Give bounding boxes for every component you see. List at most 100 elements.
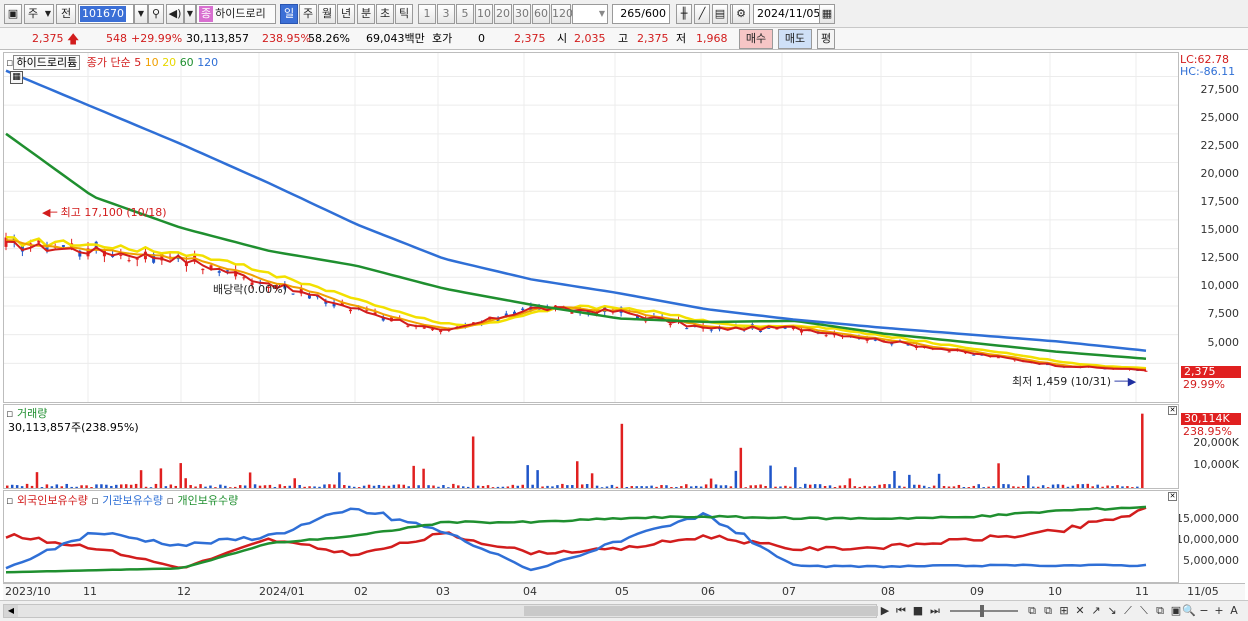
calendar-icon[interactable]: ▦ [819,4,835,24]
save-icon[interactable]: ▤ [712,4,728,24]
volume-bar [333,484,336,488]
stock-code-input[interactable]: 101670 [78,4,134,24]
range-input[interactable]: 265/600 [612,4,670,24]
volume-bar [209,485,212,488]
zoom-slider-handle[interactable] [980,605,984,617]
holdings-tick: 5,000,000 [1183,554,1239,567]
rewind-icon[interactable]: ⏮ [894,604,908,618]
volume-bar [739,447,743,488]
last-price-badge: 2,375 [1181,366,1241,378]
horizontal-scrollbar[interactable]: ◀ [3,604,878,618]
count-120[interactable]: 120 [551,4,573,24]
count-5[interactable]: 5 [456,4,474,24]
table-icon[interactable]: ▦ [10,71,23,84]
volume-bar [823,486,827,488]
holdings-chart-panel[interactable]: ▫ 외국인보유수량 ▫ 기관보유수량 ▫ 개인보유수량 ✕ [3,490,1179,583]
volume-bar [828,485,832,488]
volume-bar [1131,487,1134,488]
count-20[interactable]: 20 [494,4,512,24]
copy-icon[interactable]: ⧉ [1153,604,1167,618]
count-30[interactable]: 30 [513,4,531,24]
candle-body [422,327,426,329]
search-icon[interactable]: ⚲ [148,4,164,24]
volume-bar [868,486,871,488]
zoom-icon[interactable]: 🔍 [1182,604,1196,618]
interval-minute[interactable]: 분 [357,4,375,24]
trend-icon[interactable]: ↗ [1089,604,1103,618]
interval-day[interactable]: 일 [280,4,298,24]
chart-icon[interactable]: ⊞ [1057,604,1071,618]
volume-chart-panel[interactable]: ▫ 거래량 30,113,857주(238.95%) ✕ [3,404,1179,489]
font-size-icon[interactable]: A [1227,604,1241,618]
x-tick: 11 [1135,585,1149,598]
scrollbar-thumb[interactable] [524,606,878,616]
interval-year[interactable]: 년 [337,4,355,24]
interval-month[interactable]: 월 [318,4,336,24]
buy-button[interactable]: 매수 [739,29,773,49]
interval-tick[interactable]: 틱 [395,4,413,24]
layout-icon[interactable]: ⧉ [1041,604,1055,618]
sell-button[interactable]: 매도 [778,29,812,49]
x-tick: 12 [177,585,191,598]
speaker-dropdown[interactable]: ▼ [184,4,196,24]
volume-bar [452,483,455,488]
fast-forward-icon[interactable]: ⏭ [928,604,942,618]
draw-line-icon[interactable]: ╱ [694,4,710,24]
volume-bar [799,487,802,488]
image-icon[interactable]: ▣ [1169,604,1183,618]
trend-icon[interactable]: ↘ [1105,604,1119,618]
volume-bar [169,484,173,488]
volume-bar [625,486,629,488]
layout-icon[interactable]: ⧉ [1025,604,1039,618]
interval-second[interactable]: 초 [376,4,394,24]
price-y-axis: LC:62.78 HC:-86.11 27,500 25,000 22,500 … [1179,52,1245,403]
custom-count-input[interactable]: ▼ [572,4,608,24]
stock-name-field[interactable]: 종 하이드로리 [196,4,276,24]
gear-icon[interactable]: ⚙ [732,4,750,24]
volume-bar [1121,486,1124,488]
stop-icon[interactable]: ■ [911,604,925,618]
candle-body [61,245,65,247]
count-1[interactable]: 1 [418,4,436,24]
zoom-out-icon[interactable]: − [1197,604,1211,618]
scroll-right-icon[interactable]: ▶ [878,604,892,618]
crosshair-icon[interactable]: ✕ [1073,604,1087,618]
volume-bar [501,486,505,488]
legend-individual: 개인보유수량 [177,494,239,507]
candle-icon[interactable]: ╫ [676,4,692,24]
draw-line-icon[interactable]: ⟋ [1121,604,1135,618]
volume-bar [80,485,83,488]
volume-bar [85,485,88,488]
volume-bar [397,484,401,488]
speaker-icon[interactable]: ◀) [166,4,184,24]
price-tick: 17,500 [1200,195,1240,208]
draw-line-icon[interactable]: ⟍ [1137,604,1151,618]
volume-bar [863,485,866,488]
interval-week[interactable]: 주 [299,4,317,24]
volume-bar [1096,484,1099,488]
open-label: 시 [557,32,568,45]
high-label: 고 [618,32,629,45]
stock-code-value: 101670 [80,6,126,22]
volume-bar [580,484,584,488]
volume-bar [367,484,371,488]
count-3[interactable]: 3 [437,4,455,24]
close-icon[interactable]: ✕ [1168,406,1177,415]
volume-bar [937,473,941,488]
date-input[interactable]: 2024/11/05 [753,4,827,24]
scroll-left-icon[interactable]: ◀ [4,605,18,617]
volume-bar [1002,484,1005,488]
count-60[interactable]: 60 [532,4,550,24]
avg-button[interactable]: 평 [817,29,835,49]
prev-button[interactable]: 전 [56,4,76,24]
code-dropdown-button[interactable]: ▼ [134,4,148,24]
zoom-slider[interactable] [950,605,1018,617]
window-icon[interactable]: ▣ [4,4,22,24]
period-select[interactable]: 주 ▼ [24,4,54,24]
close-icon[interactable]: ✕ [1168,492,1177,501]
volume-pct: 238.95% [262,32,311,45]
volume-bar [362,485,366,488]
count-10[interactable]: 10 [475,4,493,24]
zoom-in-icon[interactable]: + [1212,604,1226,618]
price-chart-panel[interactable]: ▫ 하이드로리튬 종가 단순 5 10 20 60 120 ▦ ◀─ 최고 17,… [3,52,1179,403]
